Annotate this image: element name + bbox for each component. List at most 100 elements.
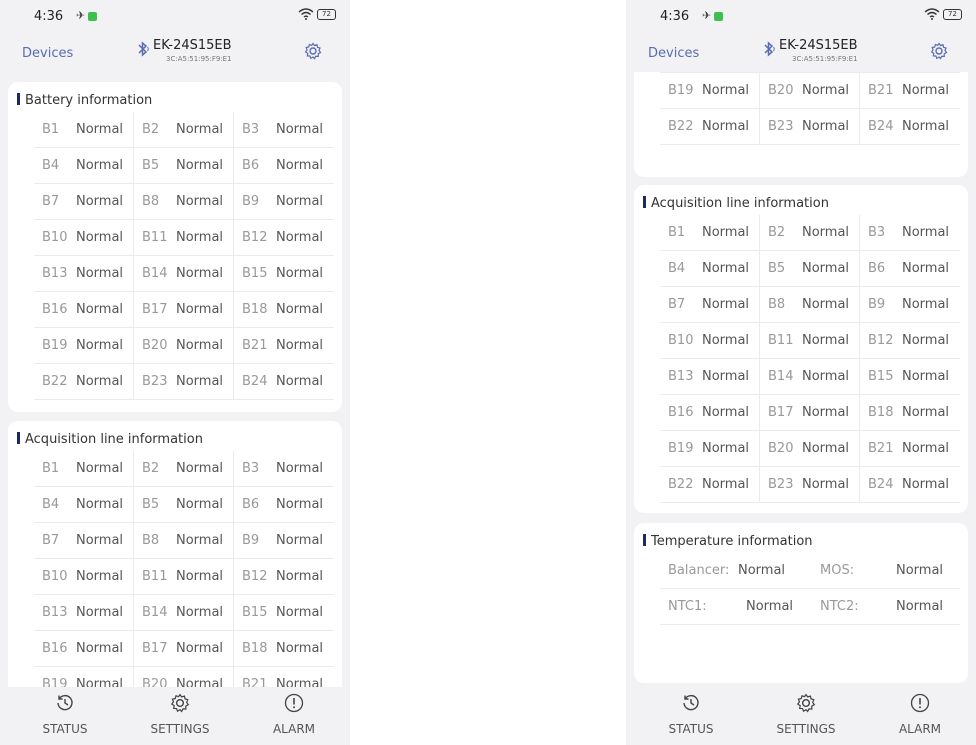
- cell-id: B22: [668, 119, 694, 134]
- cell-status-item: B23 Normal: [760, 467, 860, 502]
- cell-status: Normal: [702, 441, 750, 456]
- cell-id: B19: [42, 677, 68, 687]
- cell-status: Normal: [76, 122, 124, 137]
- cell-status: Normal: [276, 302, 324, 317]
- cell-id: B18: [242, 302, 268, 317]
- scroll-content[interactable]: Battery information B1NormalB2NormalB3No…: [626, 72, 976, 687]
- cell-id: B11: [142, 569, 168, 584]
- cell-status: Normal: [176, 374, 224, 389]
- tab-alarm[interactable]: ALARM: [254, 693, 334, 736]
- tab-alarm[interactable]: ALARM: [880, 693, 960, 736]
- cell-status: Normal: [176, 230, 224, 245]
- cell-status: Normal: [276, 605, 324, 620]
- cell-status-item: B11 Normal: [134, 220, 234, 255]
- table-row: B1 Normal B2 Normal B3 Normal: [34, 112, 334, 148]
- cell-id: B6: [242, 158, 260, 173]
- battery-info-title: Battery information: [17, 93, 152, 108]
- cell-id: B17: [768, 405, 794, 420]
- cell-status: Normal: [802, 83, 850, 98]
- cell-status-item: B1 Normal: [34, 451, 134, 486]
- cell-status-item: B10 Normal: [660, 323, 760, 358]
- cell-status-item: B4 Normal: [34, 148, 134, 183]
- cell-status-item: B6 Normal: [234, 487, 334, 522]
- battery-cells-grid: B1NormalB2NormalB3NormalB4NormalB5Normal…: [660, 72, 960, 145]
- cell-status-item: B9 Normal: [234, 523, 334, 558]
- cell-status: Normal: [176, 533, 224, 548]
- cell-id: B5: [142, 497, 160, 512]
- cell-status: Normal: [276, 461, 324, 476]
- table-row: B10 Normal B11 Normal B12 Normal: [34, 220, 334, 256]
- cell-status-item: B18 Normal: [234, 292, 334, 327]
- table-row: B10 Normal B11 Normal B12 Normal: [660, 323, 960, 359]
- tab-status[interactable]: STATUS: [656, 693, 726, 736]
- wifi-icon: [924, 8, 940, 23]
- cell-status: Normal: [276, 677, 324, 687]
- cell-status-item: B1 Normal: [660, 215, 760, 250]
- table-row: B16 Normal B17 Normal B18 Normal: [34, 631, 334, 667]
- cell-status: Normal: [702, 225, 750, 240]
- cell-status: Normal: [76, 605, 124, 620]
- cell-status-item: B11 Normal: [134, 559, 234, 594]
- tab-status-label: STATUS: [668, 722, 714, 736]
- tab-alarm-label: ALARM: [272, 722, 316, 736]
- cell-id: B21: [242, 677, 268, 687]
- cell-status: Normal: [76, 497, 124, 512]
- cell-status: Normal: [76, 677, 124, 687]
- cell-status: Normal: [176, 194, 224, 209]
- cell-status: Normal: [176, 122, 224, 137]
- cell-id: B15: [242, 266, 268, 281]
- table-row: B7 Normal B8 Normal B9 Normal: [660, 287, 960, 323]
- device-name: EK-24S15EB: [779, 38, 858, 53]
- cell-id: B10: [42, 569, 68, 584]
- cell-status-item: B24 Normal: [234, 364, 334, 399]
- alarm-icon: [254, 693, 334, 718]
- cell-status: Normal: [276, 641, 324, 656]
- cell-status-item: B3 Normal: [860, 215, 960, 250]
- devices-back-link[interactable]: Devices: [648, 46, 699, 61]
- cell-status-item: B23 Normal: [134, 364, 234, 399]
- cell-status-item: B20 Normal: [760, 73, 860, 108]
- cell-status: Normal: [802, 297, 850, 312]
- cell-status: Normal: [176, 677, 224, 687]
- cell-id: B7: [42, 533, 60, 548]
- cell-id: B8: [142, 194, 160, 209]
- cell-status: Normal: [702, 83, 750, 98]
- cell-status-item: B5 Normal: [134, 487, 234, 522]
- cell-id: B9: [242, 533, 260, 548]
- cell-status-item: B3 Normal: [234, 451, 334, 486]
- tab-settings[interactable]: SETTINGS: [766, 693, 846, 736]
- devices-back-link[interactable]: Devices: [22, 46, 73, 61]
- acquisition-info-card: Acquisition line information B1 Normal B2 N…: [634, 185, 968, 513]
- cell-status: Normal: [802, 405, 850, 420]
- history-icon: [656, 693, 726, 718]
- cell-status: Normal: [276, 230, 324, 245]
- cell-status: Normal: [76, 533, 124, 548]
- cell-status-item: B6 Normal: [234, 148, 334, 183]
- device-header: Devices EK-24S15EB 3C:A5:51:95:F9:E1: [0, 34, 350, 72]
- table-row: B7 Normal B8 Normal B9 Normal: [34, 523, 334, 559]
- cell-status: Normal: [802, 119, 850, 134]
- cell-status: Normal: [76, 266, 124, 281]
- cell-status: Normal: [176, 461, 224, 476]
- cell-status-item: B2 Normal: [134, 451, 234, 486]
- tab-settings-label: SETTINGS: [150, 722, 210, 736]
- tab-settings[interactable]: SETTINGS: [140, 693, 220, 736]
- ntc2-label: NTC2:: [820, 599, 859, 614]
- cell-id: B20: [142, 338, 168, 353]
- cell-status-item: B18 Normal: [860, 395, 960, 430]
- cell-status: Normal: [76, 158, 124, 173]
- gear-icon[interactable]: [304, 42, 322, 65]
- cell-id: B1: [668, 225, 686, 240]
- tab-status[interactable]: STATUS: [30, 693, 100, 736]
- bottom-tab-bar: STATUS SETTINGS ALARM: [626, 687, 976, 745]
- cell-status: Normal: [902, 405, 950, 420]
- table-row: B16 Normal B17 Normal B18 Normal: [34, 292, 334, 328]
- table-row: B22 Normal B23 Normal B24 Normal: [660, 467, 960, 503]
- cell-id: B8: [142, 533, 160, 548]
- status-bar: 4:36 ✈ 72: [626, 0, 976, 34]
- gear-icon[interactable]: [930, 42, 948, 65]
- cell-id: B4: [668, 261, 686, 276]
- scroll-content[interactable]: Battery information B1NormalB2NormalB3No…: [0, 72, 350, 687]
- notification-icons: ✈: [702, 9, 724, 22]
- cell-id: B1: [42, 461, 60, 476]
